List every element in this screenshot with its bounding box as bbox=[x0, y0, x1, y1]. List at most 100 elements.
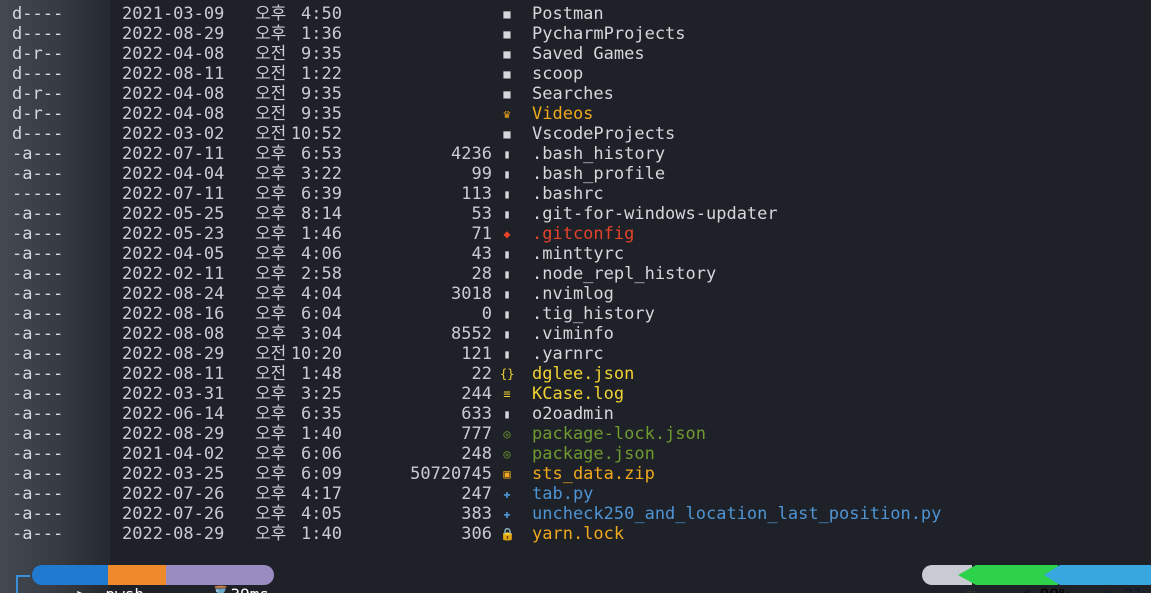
entry-name[interactable]: yarn.lock bbox=[532, 524, 624, 544]
entry-name[interactable]: .yarnrc bbox=[532, 344, 604, 364]
am-pm-label: 오후 bbox=[255, 404, 287, 424]
listing-row: -a--- 2022-07-26 오후 4:17 247 ✚ tab.py bbox=[12, 484, 1151, 504]
am-pm-label: 오후 bbox=[255, 164, 287, 184]
listing-row: -a--- 2022-07-26 오후 4:05 383 ✚ uncheck250_and_… bbox=[12, 504, 1151, 524]
modified-date: 2022-04-08 bbox=[122, 84, 225, 104]
file-mode: -a--- bbox=[12, 524, 64, 544]
entry-name[interactable]: package-lock.json bbox=[532, 424, 706, 444]
modified-date: 2022-08-24 bbox=[122, 284, 225, 304]
file-mode: -a--- bbox=[12, 464, 64, 484]
file-mode: -a--- bbox=[12, 344, 64, 364]
file-size: 53 bbox=[471, 204, 492, 224]
am-pm-label: 오후 bbox=[255, 284, 287, 304]
entry-name[interactable]: sts_data.zip bbox=[532, 464, 655, 484]
entry-name[interactable]: .viminfo bbox=[532, 324, 614, 344]
entry-name[interactable]: Searches bbox=[532, 84, 614, 104]
exec-time-segment: ⌛39ms bbox=[166, 565, 274, 593]
listing-row: -a--- 2022-08-08 오후 3:04 8552 ▮ .viminfo bbox=[12, 324, 1151, 344]
input-cursor[interactable] bbox=[16, 575, 18, 593]
modified-time: 6:53 bbox=[301, 144, 342, 164]
file-icon: ▮ bbox=[503, 167, 511, 181]
file-mode: -a--- bbox=[12, 364, 64, 384]
entry-name[interactable]: .gitconfig bbox=[532, 224, 634, 244]
folder-icon: ■ bbox=[503, 7, 511, 21]
entry-name[interactable]: tab.py bbox=[532, 484, 593, 504]
am-pm-label: 오후 bbox=[255, 184, 287, 204]
python-icon: ✚ bbox=[503, 487, 511, 501]
file-size: 244 bbox=[461, 384, 492, 404]
modified-time: 4:17 bbox=[301, 484, 342, 504]
lock-icon: 🔒 bbox=[500, 527, 515, 541]
git-icon: ◆ bbox=[503, 227, 511, 241]
folder-icon: ■ bbox=[503, 27, 511, 41]
entry-name[interactable]: .node_repl_history bbox=[532, 264, 716, 284]
listing-row: d---- 2022-08-29 오후 1:36 ■ PycharmProjects bbox=[12, 24, 1151, 44]
entry-name[interactable]: .bashrc bbox=[532, 184, 604, 204]
file-size: 22 bbox=[471, 364, 492, 384]
input-cursor-hook bbox=[16, 575, 30, 577]
listing-row: -a--- 2022-05-23 오후 1:46 71 ◆ .gitconfig bbox=[12, 224, 1151, 244]
modified-date: 2022-03-02 bbox=[122, 124, 225, 144]
entry-name[interactable]: Videos bbox=[532, 104, 593, 124]
listing-row: -a--- 2022-08-24 오후 4:04 3018 ▮ .nvimlog bbox=[12, 284, 1151, 304]
file-mode: d-r-- bbox=[12, 84, 64, 104]
entry-name[interactable]: VscodeProjects bbox=[532, 124, 675, 144]
entry-name[interactable]: .bash_profile bbox=[532, 164, 665, 184]
modified-date: 2021-03-09 bbox=[122, 4, 225, 24]
modified-time: 4:05 bbox=[301, 504, 342, 524]
file-size: 99 bbox=[471, 164, 492, 184]
am-pm-label: 오전 bbox=[255, 44, 287, 64]
file-size: 633 bbox=[461, 404, 492, 424]
entry-name[interactable]: scoop bbox=[532, 64, 583, 84]
am-pm-label: 오후 bbox=[255, 324, 287, 344]
file-mode: d---- bbox=[12, 24, 64, 44]
am-pm-label: 오후 bbox=[255, 524, 287, 544]
folder-icon: ■ bbox=[503, 127, 511, 141]
file-size: 113 bbox=[461, 184, 492, 204]
file-size: 121 bbox=[461, 344, 492, 364]
file-icon: ▮ bbox=[503, 347, 511, 361]
listing-row: -a--- 2021-04-02 오후 6:06 248 ◎ package.json bbox=[12, 444, 1151, 464]
file-mode: -a--- bbox=[12, 384, 64, 404]
listing-row: -a--- 2022-08-16 오후 6:04 0 ▮ .tig_history bbox=[12, 304, 1151, 324]
file-mode: -a--- bbox=[12, 144, 64, 164]
entry-name[interactable]: .bash_history bbox=[532, 144, 665, 164]
am-pm-label: 오후 bbox=[255, 484, 287, 504]
am-pm-label: 오후 bbox=[255, 224, 287, 244]
modified-date: 2022-04-08 bbox=[122, 104, 225, 124]
entry-name[interactable]: package.json bbox=[532, 444, 655, 464]
json-icon: {} bbox=[500, 367, 515, 381]
file-size: 383 bbox=[461, 504, 492, 524]
listing-row: -a--- 2022-05-25 오후 8:14 53 ▮ .git-for-windows… bbox=[12, 204, 1151, 224]
entry-name[interactable]: KCase.log bbox=[532, 384, 624, 404]
modified-time: 1:22 bbox=[301, 64, 342, 84]
clock-time: ◷ 31,20 bbox=[1105, 585, 1151, 593]
exec-time: ⌛39ms bbox=[211, 585, 269, 593]
file-mode: d---- bbox=[12, 4, 64, 24]
listing-row: -a--- 2022-02-11 오후 2:58 28 ▮ .node_repl_histo… bbox=[12, 264, 1151, 284]
listing-row: -a--- 2022-03-25 오후 6:09 50720745 ▣ sts_data.z… bbox=[12, 464, 1151, 484]
file-mode: d---- bbox=[12, 124, 64, 144]
entry-name[interactable]: .minttyrc bbox=[532, 244, 624, 264]
entry-name[interactable]: .tig_history bbox=[532, 304, 655, 324]
entry-name[interactable]: Postman bbox=[532, 4, 604, 24]
entry-name[interactable]: dglee.json bbox=[532, 364, 634, 384]
entry-name[interactable]: Saved Games bbox=[532, 44, 645, 64]
entry-name[interactable]: o2oadmin bbox=[532, 404, 614, 424]
entry-name[interactable]: uncheck250_and_location_last_position.py bbox=[532, 504, 941, 524]
entry-name[interactable]: .git-for-windows-updater bbox=[532, 204, 778, 224]
file-mode: ----- bbox=[12, 184, 64, 204]
modified-time: 3:22 bbox=[301, 164, 342, 184]
file-mode: -a--- bbox=[12, 204, 64, 224]
segment-separator bbox=[1044, 565, 1060, 585]
modified-date: 2021-04-02 bbox=[122, 444, 225, 464]
modified-date: 2022-08-08 bbox=[122, 324, 225, 344]
directory-listing: d---- 2021-03-09 오후 4:50 ■ Postman d---- 2022-0… bbox=[12, 4, 1151, 544]
file-mode: d-r-- bbox=[12, 44, 64, 64]
file-icon: ▮ bbox=[503, 407, 511, 421]
node-icon: ◎ bbox=[503, 427, 511, 441]
file-mode: -a--- bbox=[12, 264, 64, 284]
entry-name[interactable]: PycharmProjects bbox=[532, 24, 686, 44]
file-icon: ▮ bbox=[503, 327, 511, 341]
entry-name[interactable]: .nvimlog bbox=[532, 284, 614, 304]
